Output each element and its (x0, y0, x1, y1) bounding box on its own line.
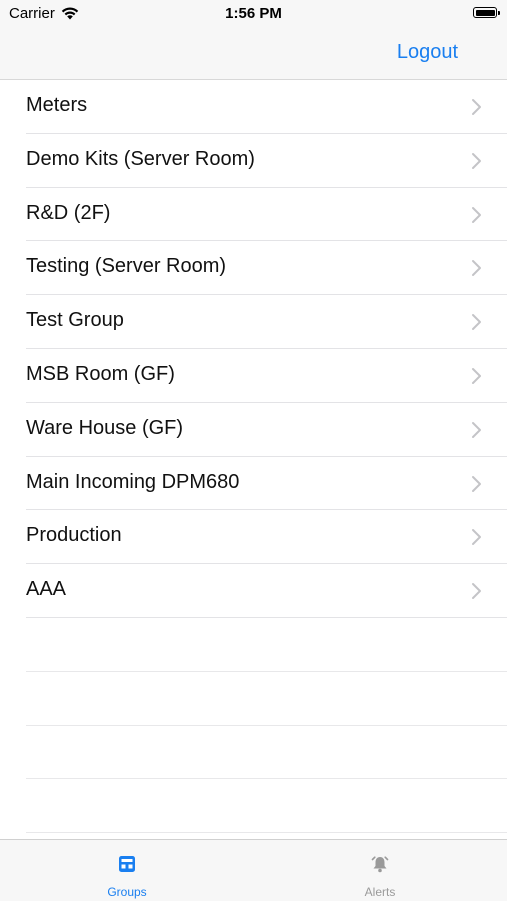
list-item[interactable]: R&D (2F) (26, 188, 507, 242)
bell-icon (371, 856, 389, 873)
list-item[interactable]: MSB Room (GF) (26, 349, 507, 403)
list-item[interactable]: Main Incoming DPM680 (26, 457, 507, 511)
chevron-right-icon (472, 421, 481, 438)
clock: 1:56 PM (225, 5, 282, 22)
list-item-label: Testing (Server Room) (26, 255, 227, 278)
list-item[interactable]: Meters (26, 80, 507, 134)
empty-row-separator (26, 726, 507, 780)
groups-icon (119, 856, 135, 872)
list-item[interactable]: Test Group (26, 295, 507, 349)
list-item-label: R&D (2F) (26, 201, 111, 224)
chevron-right-icon (472, 260, 481, 277)
battery-icon (473, 7, 500, 18)
tab-groups-label: Groups (107, 885, 147, 899)
list-item-label: MSB Room (GF) (26, 362, 175, 385)
list-item[interactable]: Demo Kits (Server Room) (26, 134, 507, 188)
chevron-right-icon (472, 583, 481, 600)
list-item-label: Production (26, 524, 122, 547)
tab-bar: Groups Alerts (0, 839, 507, 901)
tab-alerts[interactable]: Alerts (280, 840, 480, 901)
list-item[interactable]: Production (26, 510, 507, 565)
status-bar: Carrier 1:56 PM (0, 0, 507, 28)
empty-row-separator (26, 672, 507, 726)
chevron-right-icon (472, 529, 481, 546)
chevron-right-icon (472, 367, 481, 384)
list-item[interactable]: Testing (Server Room) (26, 241, 507, 296)
list-item-label: Test Group (26, 309, 124, 332)
list-item-label: AAA (26, 578, 67, 601)
logout-button[interactable]: Logout (397, 41, 458, 64)
list-item-label: Demo Kits (Server Room) (26, 147, 255, 170)
chevron-right-icon (472, 99, 481, 115)
list-item-label: Main Incoming DPM680 (26, 470, 240, 493)
chevron-right-icon (472, 152, 481, 169)
empty-row-separator (26, 618, 507, 672)
chevron-right-icon (472, 314, 481, 331)
list-item[interactable]: AAA (26, 564, 507, 618)
list-item-label: Meters (26, 94, 88, 116)
list-item[interactable]: Ware House (GF) (26, 403, 507, 457)
tab-alerts-label: Alerts (364, 885, 396, 899)
empty-row-separator (26, 779, 507, 834)
group-list: Meters Demo Kits (Server Room) R&D (2F) Tes… (0, 80, 507, 834)
chevron-right-icon (472, 475, 481, 492)
chevron-right-icon (472, 206, 481, 223)
tab-groups[interactable]: Groups (27, 840, 227, 901)
navigation-bar: Logout (0, 28, 507, 80)
list-item-label: Ware House (GF) (26, 416, 184, 439)
